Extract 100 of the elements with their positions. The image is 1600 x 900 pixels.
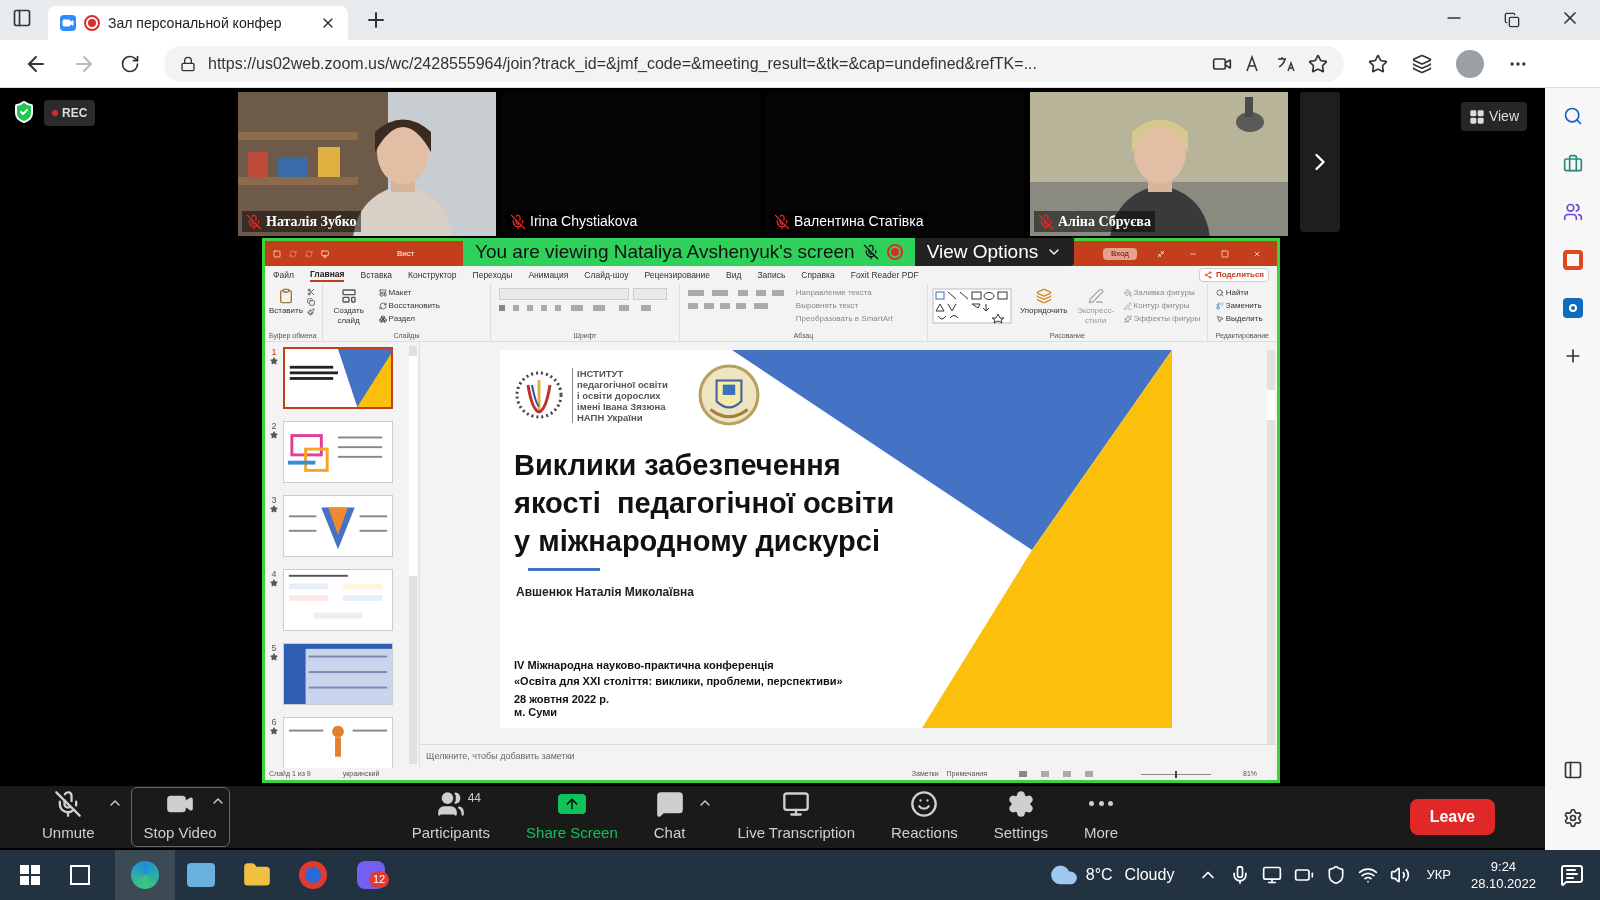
folder-icon[interactable]: [243, 861, 271, 889]
recording-icon: [84, 15, 100, 31]
grid-icon: [1468, 108, 1485, 125]
slide-thumbnail[interactable]: [283, 347, 393, 409]
ribbon-tab[interactable]: Конструктор: [408, 268, 457, 282]
participant-name: Наталія Зубко: [266, 213, 357, 231]
share-button[interactable]: Поделиться: [1199, 268, 1269, 282]
slideshow-icon[interactable]: [321, 249, 329, 258]
view-button[interactable]: View: [1460, 102, 1527, 131]
toolbar-button[interactable]: Unmute: [30, 787, 107, 847]
replace-button[interactable]: Заменить: [1215, 301, 1269, 311]
font-size-field[interactable]: [633, 288, 668, 300]
toolbar-button[interactable]: Reactions: [879, 787, 970, 847]
sign-in-button[interactable]: Вход: [1102, 247, 1137, 260]
clipboard-icon: [277, 288, 294, 304]
share-banner-text: You are viewing Nataliya Avshenyuk's screen: [475, 239, 855, 264]
slide-title-line: Виклики забезпечення: [514, 448, 842, 483]
font-family-field[interactable]: [499, 288, 630, 300]
settings-icon[interactable]: [1562, 808, 1583, 828]
copy-icon[interactable]: [306, 298, 315, 306]
notifications-icon[interactable]: [1560, 863, 1584, 887]
pointer-icon: [1215, 315, 1224, 323]
view-options-button[interactable]: View Options: [914, 238, 1075, 266]
slide-title-line: якості педагогічної освіти: [514, 486, 896, 521]
section-button[interactable]: Раздел: [378, 314, 440, 324]
scrollbar[interactable]: [409, 346, 417, 764]
document-title: Вист: [397, 247, 415, 260]
toolbar-button[interactable]: More: [1071, 787, 1131, 847]
restore-icon[interactable]: [1504, 12, 1520, 28]
university-crest-icon: [697, 364, 760, 426]
pen-icon: [1123, 302, 1132, 310]
toolbar-button[interactable]: Chat: [641, 787, 698, 847]
task-view-icon[interactable]: [70, 865, 90, 885]
favorites-icon[interactable]: [1368, 53, 1388, 74]
ribbon-tab[interactable]: Переходы: [472, 268, 513, 282]
volume-icon[interactable]: [1390, 865, 1411, 885]
layout-button[interactable]: Макет: [378, 288, 440, 298]
new-slide-icon: [340, 288, 357, 304]
recording-icon: [886, 244, 903, 260]
search-icon[interactable]: [1562, 106, 1583, 126]
temperature[interactable]: 8°C: [1085, 863, 1113, 887]
toolbar-button[interactable]: Stop Video: [130, 787, 230, 847]
favorite-add-icon[interactable]: [1308, 53, 1328, 74]
muted-mic-icon: [862, 244, 879, 260]
ribbon-tab[interactable]: Анимация: [528, 268, 569, 282]
reload-icon[interactable]: [120, 53, 140, 74]
slide-title-line: у міжнародному дискурсі: [514, 524, 881, 559]
close-icon[interactable]: [1253, 249, 1261, 258]
sidebar-collapse-icon[interactable]: [1562, 760, 1583, 780]
paint-bucket-icon: [1123, 289, 1132, 297]
reset-button[interactable]: Восстановить: [378, 301, 440, 311]
slide-number: 2: [271, 421, 277, 431]
toolbar-button[interactable]: Settings: [981, 787, 1060, 847]
ribbon-tab[interactable]: Рецензирование: [644, 268, 711, 282]
start-icon[interactable]: [20, 865, 40, 885]
people-icon[interactable]: [1562, 202, 1583, 222]
shield-icon[interactable]: [1326, 865, 1347, 885]
search-icon: [1215, 289, 1224, 297]
paste-button[interactable]: Вставить: [269, 288, 303, 316]
slide-number: 5: [271, 643, 277, 653]
new-slide-button[interactable]: Создать слайд: [326, 288, 371, 326]
ribbon-tab[interactable]: Foxit Reader PDF: [850, 268, 919, 282]
encryption-shield-icon[interactable]: [12, 100, 36, 124]
scissors-icon[interactable]: [306, 288, 315, 296]
slide-author: Авшенюк Наталія Миколаївна: [516, 584, 695, 601]
ribbon-tab[interactable]: Слайд-шоу: [584, 268, 629, 282]
shapes-gallery-drawing[interactable]: [931, 288, 1012, 324]
ribbon-tab[interactable]: Главная: [309, 267, 345, 283]
slide-number: 6: [271, 717, 277, 727]
recording-badge[interactable]: REC: [44, 100, 96, 126]
ribbon-tab[interactable]: Вставка: [360, 268, 393, 282]
sidebar-toggle-icon[interactable]: [12, 8, 32, 28]
clock-time[interactable]: 9:24: [1490, 858, 1517, 875]
find-button[interactable]: Найти: [1215, 288, 1269, 298]
ribbon-tab[interactable]: Файл: [273, 268, 294, 282]
slide-date: 28 жовтня 2022 р.: [514, 693, 610, 706]
display-icon[interactable]: [1262, 865, 1283, 885]
paintbrush-icon[interactable]: [306, 308, 315, 316]
profile-avatar[interactable]: [1456, 49, 1484, 78]
arrange-button[interactable]: Упорядочить: [1019, 288, 1068, 316]
toolbar-button[interactable]: Live Transcription: [725, 787, 867, 847]
ribbon-tab[interactable]: Вид: [726, 268, 742, 282]
conference-line: «Освіта для XXI століття: виклики, проблеми, перспективи»: [514, 674, 844, 689]
weather-text[interactable]: Cloudy: [1124, 863, 1175, 887]
transition-star-icon: [270, 727, 278, 735]
toolbar-button[interactable]: Share Screen: [514, 787, 630, 847]
language-indicator[interactable]: УКР: [1426, 865, 1451, 885]
browser-tab[interactable]: Зал персональной конфер: [48, 6, 348, 40]
wifi-icon[interactable]: [1358, 865, 1379, 885]
clock-date[interactable]: 28.10.2022: [1470, 875, 1536, 892]
address-field[interactable]: https://us02web.zoom.us/wc/2428555964/join?track_id=&jmf_code=&meeting_result=&tk=&cap=undefined&refTK=...: [164, 45, 1344, 82]
ribbon-tab[interactable]: Справка: [801, 268, 835, 282]
ribbon-tab[interactable]: Запись: [757, 268, 786, 282]
leave-button[interactable]: Leave: [1409, 799, 1495, 835]
collections-icon[interactable]: [1412, 53, 1432, 74]
slide-number: 1: [271, 347, 277, 357]
briefcase-icon[interactable]: [1562, 154, 1583, 174]
select-button[interactable]: Выделить: [1215, 314, 1269, 324]
scrollbar[interactable]: [1267, 350, 1275, 744]
video-camera-icon: [60, 15, 76, 31]
